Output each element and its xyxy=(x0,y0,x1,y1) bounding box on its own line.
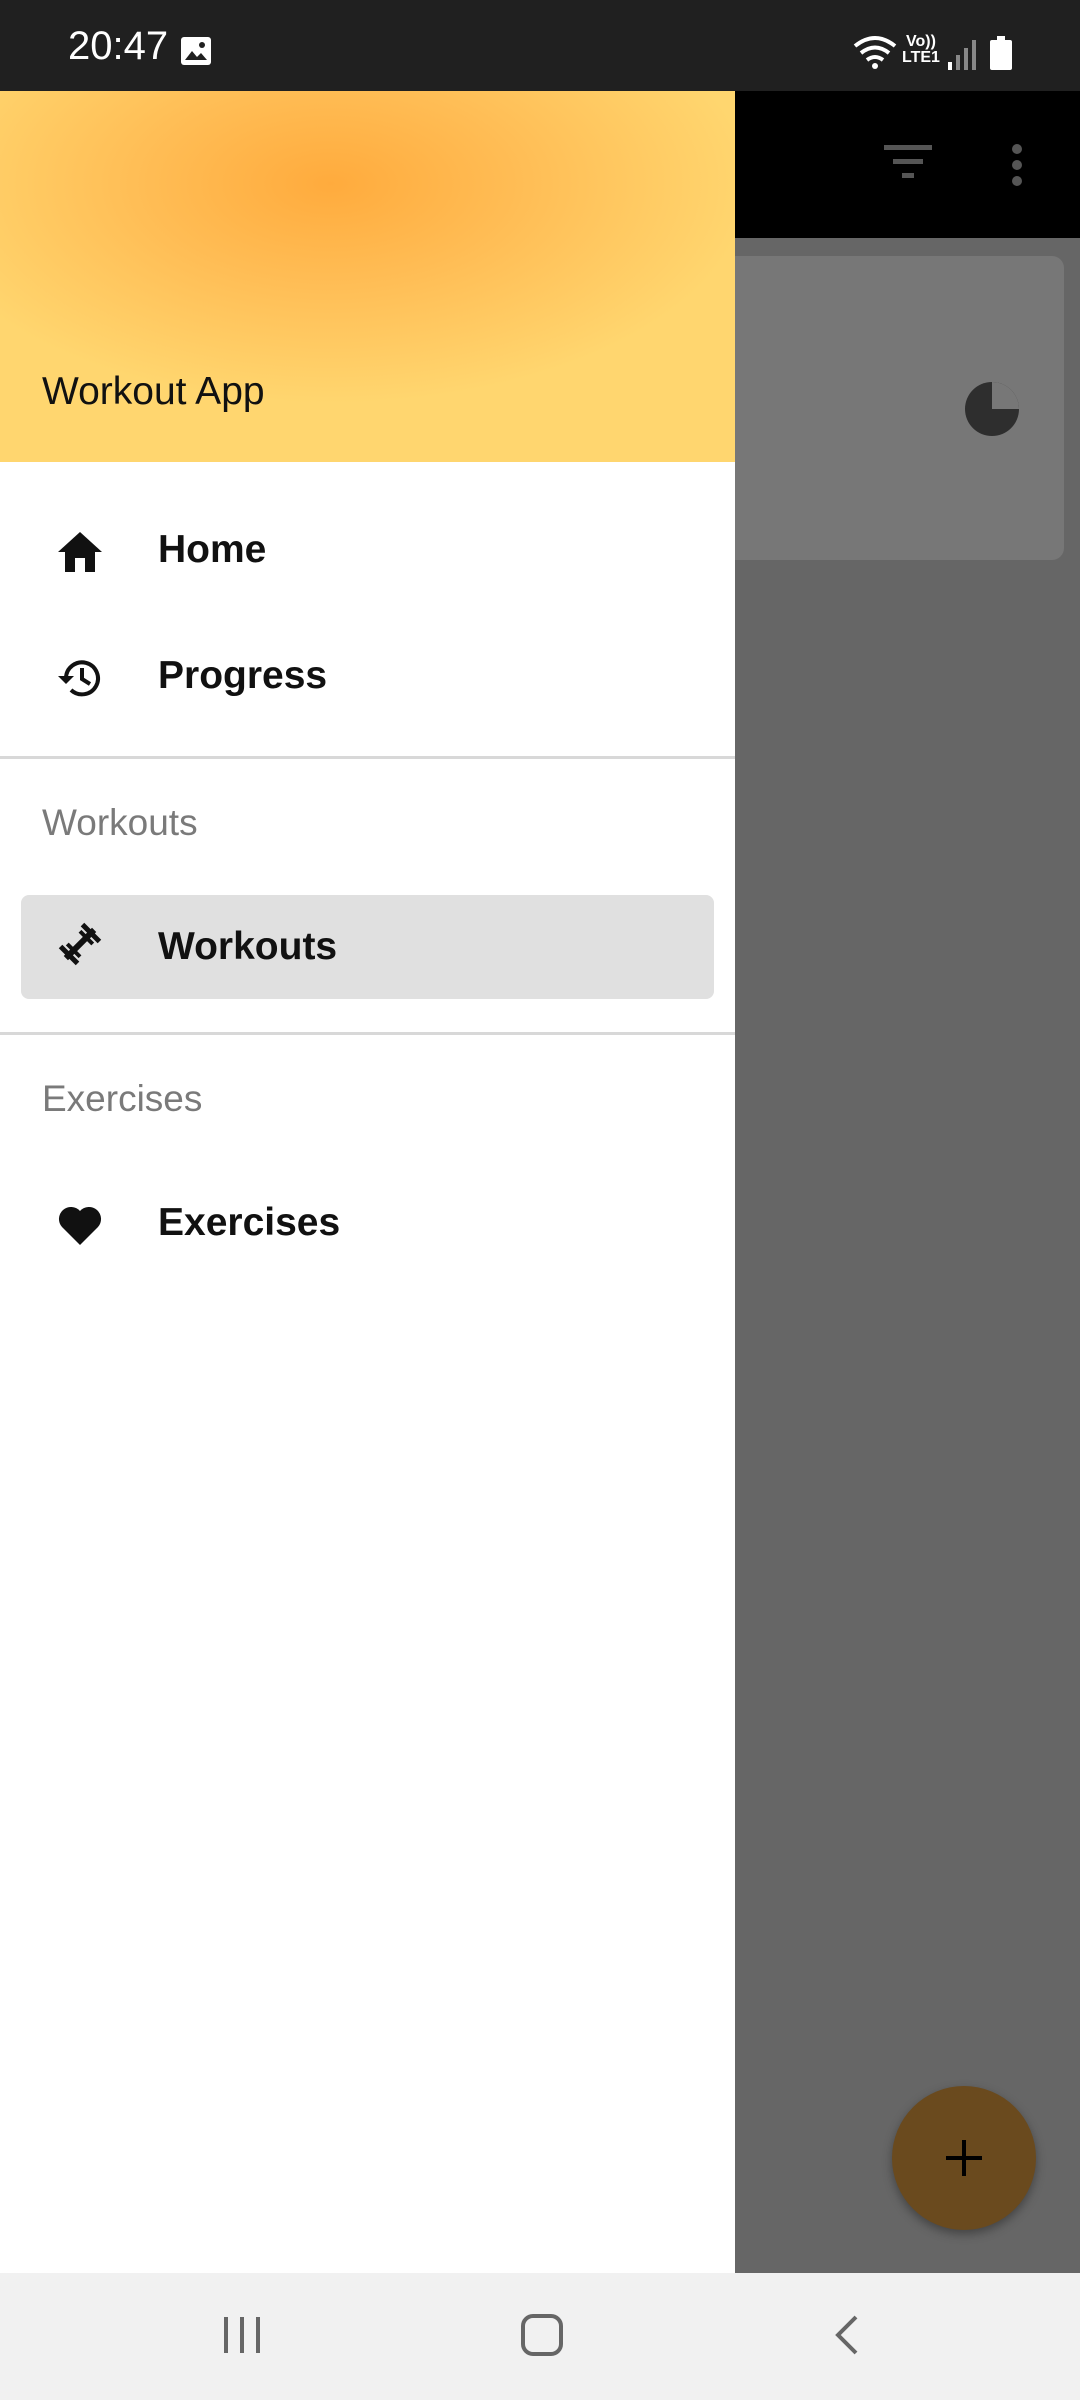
nav-item-label: Home xyxy=(158,528,267,571)
drawer-header: Workout App xyxy=(0,91,735,462)
nav-item-workouts[interactable]: Workouts xyxy=(0,895,735,999)
lte-bottom-label: LTE1 xyxy=(902,49,940,66)
status-bar: 20:47 Vo)) LTE1 xyxy=(0,0,1080,91)
drawer-title: Workout App xyxy=(42,370,265,413)
nav-item-label: Progress xyxy=(158,654,328,697)
section-header-exercises: Exercises xyxy=(42,1078,203,1119)
pie-progress-icon xyxy=(965,382,1019,436)
status-time: 20:47 xyxy=(68,24,169,68)
plus-icon xyxy=(946,2140,982,2176)
signal-icon xyxy=(948,40,976,70)
heart-icon xyxy=(58,1206,102,1245)
nav-item-home[interactable]: Home xyxy=(0,498,735,602)
nav-item-label: Exercises xyxy=(158,1201,341,1244)
recents-icon[interactable] xyxy=(220,2313,264,2357)
lte-icon: Vo)) LTE1 xyxy=(902,34,940,66)
back-icon[interactable] xyxy=(826,2313,870,2357)
selected-highlight xyxy=(21,895,714,999)
divider xyxy=(0,1032,735,1035)
home-nav-icon[interactable] xyxy=(520,2313,564,2357)
battery-icon xyxy=(990,36,1012,70)
dumbbell-icon xyxy=(58,922,102,966)
divider xyxy=(0,756,735,759)
filter-icon[interactable] xyxy=(884,145,932,181)
nav-item-label: Workouts xyxy=(158,925,338,968)
section-header-workouts: Workouts xyxy=(42,802,198,843)
navigation-drawer: Workout App Home Progress Workouts Worko… xyxy=(0,91,735,2273)
nav-item-exercises[interactable]: Exercises xyxy=(0,1171,735,1275)
add-fab-button[interactable] xyxy=(892,2086,1036,2230)
system-nav-bar xyxy=(0,2273,1080,2400)
nav-item-progress[interactable]: Progress xyxy=(0,624,735,728)
lte-top-label: Vo)) xyxy=(906,33,936,50)
home-icon xyxy=(58,532,102,572)
history-icon xyxy=(58,660,100,697)
gallery-icon xyxy=(181,37,211,65)
wifi-icon xyxy=(853,36,897,69)
more-vert-icon[interactable] xyxy=(1011,143,1023,187)
